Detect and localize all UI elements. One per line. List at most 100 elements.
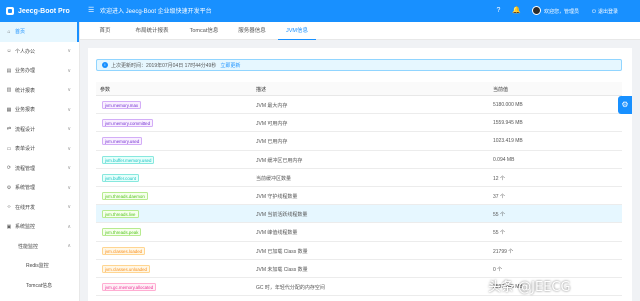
value-cell: 12 个 xyxy=(493,175,505,182)
desc-cell: GC 时，年轻代分配的内存空间 xyxy=(256,284,325,291)
process-icon: ⟳ xyxy=(6,165,12,172)
gear-icon: ⚙ xyxy=(6,184,12,191)
desc-cell: JVM 缓冲区已用内存 xyxy=(256,157,303,164)
monitor-icon: ▣ xyxy=(6,223,12,230)
desc-cell: JVM 已用内存 xyxy=(256,139,288,146)
chart-icon: ▥ xyxy=(6,87,12,94)
tab-layout-report[interactable]: 布局统计报表 xyxy=(130,22,174,40)
chevron-icon: ∨ xyxy=(67,106,71,113)
sidebar-item[interactable]: ▥ 统计报表 ∨ xyxy=(0,81,79,101)
param-tag: jvm.memory.committed xyxy=(102,119,154,128)
settings-gear-icon[interactable]: ⚙ xyxy=(618,96,632,114)
sidebar-item[interactable]: ▤ 业务办理 ∨ xyxy=(0,61,79,81)
chevron-icon: ∨ xyxy=(67,87,71,94)
chevron-icon: ∨ xyxy=(67,184,71,191)
value-cell: 0.094 MB xyxy=(493,156,515,163)
content-card: i 上次更新时间：2019年07月04日 17时44分49秒 立即更新 参数 描… xyxy=(88,48,632,301)
chevron-icon: ∨ xyxy=(67,67,71,74)
value-cell: 55 个 xyxy=(493,230,505,237)
chevron-icon: ∧ xyxy=(67,243,71,250)
sidebar-item[interactable]: ▦ 业务报表 ∨ xyxy=(0,100,79,120)
table-row[interactable]: jvm.memory.max JVM 最大内存 5180.000 MB xyxy=(96,96,622,115)
param-tag: jvm.classes.loaded xyxy=(102,246,146,255)
logout-label: 退出登录 xyxy=(597,9,618,15)
param-tag: jvm.memory.max xyxy=(102,101,142,109)
sidebar-item[interactable]: ⇄ 流程设计 ∨ xyxy=(0,120,79,140)
home-icon: ⌂ xyxy=(7,28,11,35)
logo-text: Jeecg-Boot Pro xyxy=(18,7,70,15)
desc-cell: JVM 守护线程数量 xyxy=(256,193,298,200)
value-cell: 21799 个 xyxy=(493,248,514,255)
sidebar-item[interactable]: 服务器信息 xyxy=(0,295,79,301)
param-tag: jvm.buffer.count xyxy=(102,173,139,182)
table-body: jvm.memory.max JVM 最大内存 5180.000 MB jvm.mem… xyxy=(96,96,622,297)
sidebar-item[interactable]: ▣ 系统监控 ∧ xyxy=(0,217,79,237)
logout-icon: ⏻ xyxy=(592,8,596,15)
chevron-icon: ∨ xyxy=(67,165,71,172)
logo-icon xyxy=(6,7,14,15)
sidebar-item[interactable]: Tomcat信息 xyxy=(0,276,79,296)
value-cell: 0 个 xyxy=(493,266,503,273)
user-icon: ☺ xyxy=(6,48,12,55)
param-tag: jvm.buffer.memory.used xyxy=(102,155,155,164)
top-header: Jeecg-Boot Pro ☰ 欢迎进入 Jeecg-Boot 企业级快速开发… xyxy=(0,0,640,22)
table-row[interactable]: jvm.buffer.memory.used JVM 缓冲区已用内存 0.094 M… xyxy=(96,151,622,169)
last-update-text: 上次更新时间：2019年07月04日 17时44分49秒 xyxy=(111,62,217,69)
table-row[interactable]: jvm.threads.daemon JVM 守护线程数量 37 个 xyxy=(96,187,622,206)
sidebar-item[interactable]: ⚙ 系统管理 ∨ xyxy=(0,178,79,198)
param-tag: jvm.threads.peak xyxy=(102,228,142,237)
table-row[interactable]: jvm.threads.peak JVM 峰值线程数量 55 个 xyxy=(96,223,622,242)
table-row[interactable]: jvm.memory.used JVM 已用内存 1023.419 MB xyxy=(96,132,622,151)
logo[interactable]: Jeecg-Boot Pro xyxy=(0,0,80,22)
logout-button[interactable]: ⏻ 退出登录 xyxy=(592,8,618,16)
desc-cell: JVM 峰值线程数量 xyxy=(256,230,298,237)
table-row[interactable]: jvm.buffer.count 当前缓冲区数量 12 个 xyxy=(96,169,622,187)
jvm-table: 参数 描述 当前值 jvm.memory.max JVM 最大内存 5180.000… xyxy=(96,82,622,297)
sidebar-item-label: 首页 xyxy=(15,29,26,36)
sidebar-item[interactable]: Redis监控 xyxy=(0,256,79,276)
update-info-alert: i 上次更新时间：2019年07月04日 17时44分49秒 立即更新 xyxy=(96,59,622,71)
table-row[interactable]: jvm.classes.loaded JVM 已加载 Class 数量 21799 … xyxy=(96,242,622,260)
column-header-desc: 描述 xyxy=(256,87,267,93)
code-icon: ‹› xyxy=(7,204,11,211)
sidebar-item[interactable]: 性能监控 ∧ xyxy=(0,237,79,257)
tab-bar: 首页 布局统计报表 Tomcat信息 服务器信息 JVM信息 xyxy=(80,22,640,40)
welcome-banner: 欢迎进入 Jeecg-Boot 企业级快速开发平台 xyxy=(100,9,212,15)
tab-server[interactable]: 服务器信息 xyxy=(234,22,270,40)
refresh-link[interactable]: 立即更新 xyxy=(220,62,240,69)
folder-icon: ▤ xyxy=(6,67,12,74)
param-tag: jvm.classes.unloaded xyxy=(102,264,150,273)
value-cell: 5180.000 MB xyxy=(493,102,523,108)
sidebar-item[interactable]: ⌂ 首页 xyxy=(0,22,79,42)
info-icon: i xyxy=(102,62,108,68)
chevron-icon: ∨ xyxy=(67,48,71,55)
sidebar-item[interactable]: ▭ 表单设计 ∨ xyxy=(0,139,79,159)
value-cell: 1559.945 MB xyxy=(493,120,523,127)
chevron-icon: ∧ xyxy=(67,223,71,230)
desc-cell: JVM 未加载 Class 数量 xyxy=(256,266,308,273)
report-icon: ▦ xyxy=(6,106,12,113)
desc-cell: JVM 可用内存 xyxy=(256,121,288,128)
table-row[interactable]: jvm.memory.committed JVM 可用内存 1559.945 MB xyxy=(96,114,622,133)
desc-cell: JVM 已加载 Class 数量 xyxy=(256,248,308,255)
menu-fold-icon[interactable]: ☰ xyxy=(88,7,94,14)
sidebar-item[interactable]: ☺ 个人办公 ∨ xyxy=(0,42,79,62)
sidebar-item-label: Redis监控 xyxy=(26,263,49,270)
user-greeting[interactable]: 欢迎您，管理员 xyxy=(544,8,579,15)
avatar[interactable] xyxy=(532,6,541,15)
tab-home[interactable]: 首页 xyxy=(94,22,116,40)
table-row[interactable]: jvm.threads.live JVM 当前活跃线程数量 55 个 xyxy=(96,205,622,224)
sidebar: ⌂ 首页 ☺ 个人办公 ∨ ▤ 业务办理 ∨ ▥ 统计报表 ∨ ▦ 业务报表 ∨ ⇄ 流程设计 ∨ ▭ 表单设计 ∨ ⟳… xyxy=(0,22,80,301)
sidebar-item[interactable]: ‹› 在线开发 ∨ xyxy=(0,198,79,218)
form-icon: ▭ xyxy=(6,145,12,152)
table-header: 参数 描述 当前值 xyxy=(96,82,622,96)
bell-icon[interactable]: 🔔 xyxy=(512,6,521,15)
sidebar-item[interactable]: ⟳ 流程管理 ∨ xyxy=(0,159,79,179)
tab-jvm[interactable]: JVM信息 xyxy=(278,22,316,40)
param-tag: jvm.threads.daemon xyxy=(102,191,148,200)
help-icon[interactable]: ? xyxy=(494,6,503,15)
chevron-icon: ∨ xyxy=(67,204,71,211)
tab-tomcat[interactable]: Tomcat信息 xyxy=(184,22,224,40)
desc-cell: JVM 当前活跃线程数量 xyxy=(256,212,308,219)
flow-icon: ⇄ xyxy=(6,126,12,133)
